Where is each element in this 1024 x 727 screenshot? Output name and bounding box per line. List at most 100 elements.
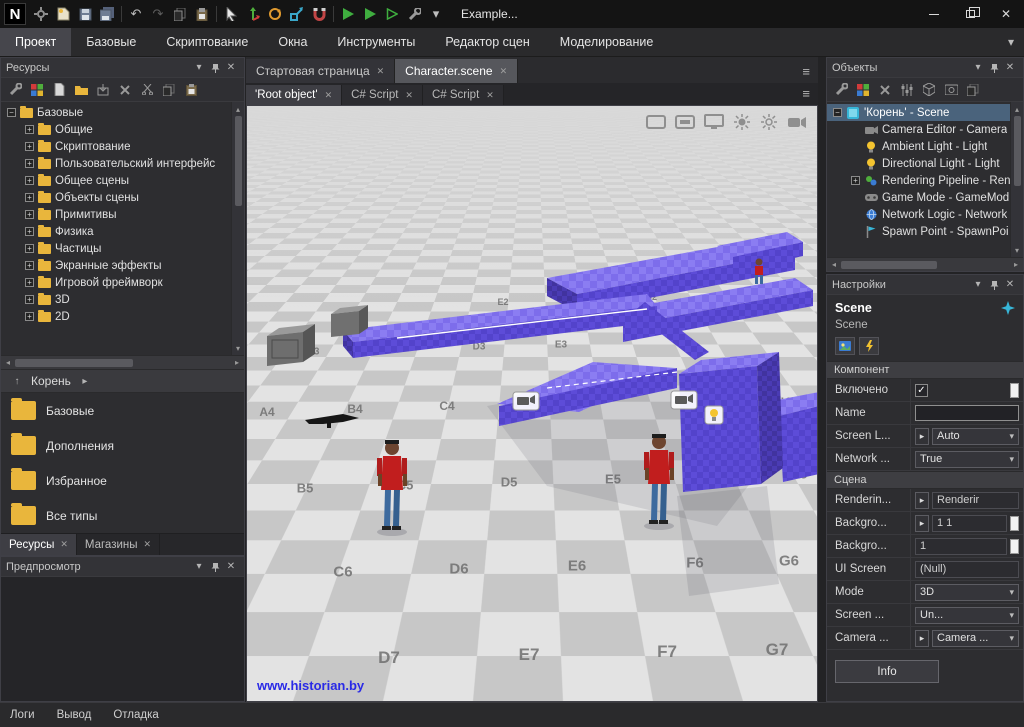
cut-icon[interactable] bbox=[137, 80, 157, 100]
scene-viewport[interactable]: E2F2G2B3C3D3E3A4B4C4H4B5C5D5E5F5H5C6D6E6… bbox=[246, 105, 818, 702]
play-icon[interactable] bbox=[337, 3, 359, 25]
scrollbar-thumb[interactable] bbox=[15, 359, 133, 367]
list-item[interactable]: Дополнения bbox=[1, 428, 244, 463]
tree-item[interactable]: +Общее сцены bbox=[1, 172, 244, 189]
close-icon[interactable]: ✕ bbox=[223, 559, 239, 575]
expand-icon[interactable]: + bbox=[25, 261, 34, 270]
toolbar-options-chevron-icon[interactable]: ▾ bbox=[425, 3, 447, 25]
close-icon[interactable]: ✕ bbox=[223, 60, 239, 76]
components-puzzle-icon[interactable] bbox=[27, 80, 47, 100]
close-button[interactable]: ✕ bbox=[988, 0, 1024, 28]
tab-csharp-script-2[interactable]: C# Script✕ bbox=[423, 85, 504, 105]
info-button[interactable]: Info bbox=[835, 660, 939, 683]
tree-item[interactable]: +Экранные эффекты bbox=[1, 257, 244, 274]
add-component-icon[interactable] bbox=[853, 80, 873, 100]
expand-icon[interactable]: + bbox=[25, 210, 34, 219]
close-icon[interactable]: ✕ bbox=[486, 90, 494, 101]
menu-item-tools[interactable]: Инструменты bbox=[322, 28, 430, 56]
color-swatch[interactable] bbox=[1010, 516, 1019, 531]
menu-overflow-chevron-icon[interactable]: ▾ bbox=[998, 28, 1024, 56]
expand-property-icon[interactable]: ▸ bbox=[915, 515, 929, 532]
tab-csharp-script-1[interactable]: C# Script✕ bbox=[342, 85, 423, 105]
menu-item-scene-editor[interactable]: Редактор сцен bbox=[430, 28, 544, 56]
snap-tool-icon[interactable] bbox=[308, 3, 330, 25]
tools-wrench-icon[interactable] bbox=[831, 80, 851, 100]
properties-view-icon[interactable] bbox=[835, 337, 855, 355]
tab-list-menu-icon[interactable]: ≡ bbox=[802, 64, 818, 83]
enabled-checkbox[interactable]: ✓ bbox=[915, 384, 928, 397]
expand-icon[interactable]: + bbox=[25, 176, 34, 185]
cube-icon[interactable] bbox=[919, 80, 939, 100]
move-tool-icon[interactable] bbox=[242, 3, 264, 25]
delete-icon[interactable] bbox=[115, 80, 135, 100]
tree-item[interactable]: +2D bbox=[1, 308, 244, 325]
tree-item-network-logic[interactable]: Network Logic - Network bbox=[827, 206, 1010, 223]
tab-start-page[interactable]: Стартовая страница✕ bbox=[246, 59, 395, 83]
scene-3d-structure[interactable] bbox=[247, 106, 818, 700]
scrollbar-thumb[interactable] bbox=[841, 261, 937, 269]
close-icon[interactable]: ✕ bbox=[60, 539, 68, 550]
background-color-value[interactable]: 1 1 bbox=[932, 515, 1007, 532]
expand-icon[interactable]: + bbox=[851, 176, 860, 185]
close-icon[interactable]: ✕ bbox=[405, 90, 413, 101]
status-tab-debug[interactable]: Отладка bbox=[113, 709, 158, 721]
tree-item[interactable]: +Частицы bbox=[1, 240, 244, 257]
tab-root-object[interactable]: 'Root object'✕ bbox=[246, 85, 342, 105]
expand-icon[interactable]: + bbox=[25, 159, 34, 168]
scroll-right-icon[interactable]: ▸ bbox=[230, 356, 244, 370]
settings-sliders-icon[interactable] bbox=[897, 80, 917, 100]
tree-item-scene-root[interactable]: − 'Корень' - Scene bbox=[827, 104, 1010, 121]
tree-item-spawn-point[interactable]: Spawn Point - SpawnPoi bbox=[827, 223, 1010, 240]
expand-icon[interactable]: + bbox=[25, 125, 34, 134]
play-outline-icon[interactable] bbox=[381, 3, 403, 25]
new-document-icon[interactable] bbox=[52, 3, 74, 25]
display-icon[interactable] bbox=[704, 114, 724, 130]
tab-character-scene[interactable]: Character.scene✕ bbox=[395, 59, 518, 83]
tree-item-root[interactable]: − Базовые bbox=[1, 104, 244, 121]
screenshot-icon[interactable] bbox=[941, 80, 961, 100]
paste-icon[interactable] bbox=[181, 80, 201, 100]
expand-property-icon[interactable]: ▸ bbox=[915, 630, 929, 647]
tree-item[interactable]: +Общие bbox=[1, 121, 244, 138]
save-all-icon[interactable] bbox=[96, 3, 118, 25]
close-icon[interactable]: ✕ bbox=[144, 539, 152, 550]
tree-item-ambient-light[interactable]: Ambient Light - Light bbox=[827, 138, 1010, 155]
expand-icon[interactable]: + bbox=[25, 227, 34, 236]
menu-item-project[interactable]: Проект bbox=[0, 28, 71, 56]
scroll-down-icon[interactable]: ▾ bbox=[1010, 243, 1023, 257]
new-folder-icon[interactable] bbox=[71, 80, 91, 100]
tree-item[interactable]: +Пользовательский интерфейс bbox=[1, 155, 244, 172]
close-icon[interactable]: ✕ bbox=[1002, 277, 1018, 293]
expand-icon[interactable]: + bbox=[25, 244, 34, 253]
scroll-up-icon[interactable]: ▴ bbox=[1010, 102, 1023, 116]
copy-icon[interactable] bbox=[963, 80, 983, 100]
mode-dropdown[interactable]: 3D▾ bbox=[915, 584, 1019, 601]
build-tool-icon[interactable] bbox=[403, 3, 425, 25]
network-mode-dropdown[interactable]: True▾ bbox=[915, 451, 1019, 468]
camera-icon[interactable] bbox=[787, 114, 807, 130]
copy-icon[interactable] bbox=[159, 80, 179, 100]
panel-menu-chevron-icon[interactable]: ▾ bbox=[970, 277, 986, 293]
scroll-right-icon[interactable]: ▸ bbox=[1009, 258, 1023, 272]
expand-icon[interactable]: + bbox=[25, 295, 34, 304]
sun-icon[interactable] bbox=[733, 114, 751, 130]
breadcrumb-label[interactable]: Корень bbox=[31, 374, 71, 388]
name-input[interactable] bbox=[915, 405, 1019, 421]
watermark-link[interactable]: www.historian.by bbox=[257, 678, 364, 693]
tab-resources[interactable]: Ресурсы✕ bbox=[1, 534, 77, 555]
tree-item[interactable]: +Примитивы bbox=[1, 206, 244, 223]
sun-outline-icon[interactable] bbox=[760, 114, 778, 130]
redo-icon[interactable]: ↷ bbox=[147, 3, 169, 25]
character[interactable] bbox=[377, 440, 407, 530]
close-icon[interactable]: ✕ bbox=[325, 90, 333, 101]
camera-gizmo-icon[interactable] bbox=[671, 391, 697, 409]
panel-menu-chevron-icon[interactable]: ▾ bbox=[970, 60, 986, 76]
scroll-left-icon[interactable]: ◂ bbox=[1, 356, 15, 370]
default-indicator[interactable] bbox=[1010, 539, 1019, 554]
panel-menu-chevron-icon[interactable]: ▾ bbox=[191, 60, 207, 76]
up-level-icon[interactable]: ↑ bbox=[9, 373, 25, 389]
camera-dropdown[interactable]: Camera ...▾ bbox=[932, 630, 1019, 647]
ui-screen-value[interactable]: (Null) bbox=[915, 561, 1019, 578]
tree-item[interactable]: +Физика bbox=[1, 223, 244, 240]
light-gizmo-icon[interactable] bbox=[705, 406, 723, 424]
